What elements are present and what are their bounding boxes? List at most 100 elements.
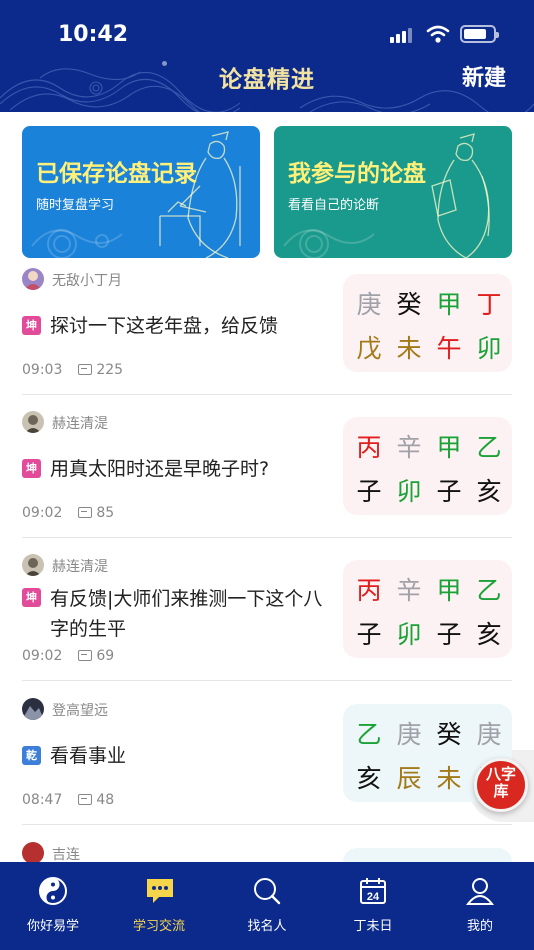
avatar-image bbox=[22, 706, 44, 720]
post-meta: 09:03 225 bbox=[22, 362, 123, 378]
stem-char: 丙 bbox=[356, 576, 382, 605]
tab-label: 学习交流 bbox=[132, 919, 185, 934]
bazi-chart[interactable]: 丙 辛 甲 乙 子 卯 子 亥 bbox=[343, 560, 512, 658]
tab-calendar-day[interactable]: 24 丁未日 bbox=[320, 862, 426, 950]
tab-study-exchange[interactable]: 学习交流 bbox=[106, 862, 212, 950]
post-meta: 09:02 85 bbox=[22, 505, 114, 521]
tab-label: 我的 bbox=[466, 919, 493, 934]
divider bbox=[22, 680, 512, 681]
header-bar: 10:42 论盘精进 新建 bbox=[0, 0, 534, 112]
divider bbox=[22, 537, 512, 538]
calendar-icon: 24 bbox=[360, 878, 386, 904]
avatar[interactable] bbox=[22, 698, 44, 720]
branch-char: 子 bbox=[356, 620, 382, 649]
branch-char: 卯 bbox=[396, 620, 422, 649]
avatar[interactable] bbox=[22, 411, 44, 433]
gender-tag: 坤 bbox=[22, 316, 41, 335]
tab-find-celebrity[interactable]: 找名人 bbox=[214, 862, 320, 950]
stem-char: 癸 bbox=[436, 720, 462, 749]
username[interactable]: 吉连 bbox=[52, 844, 80, 862]
comment-count: 85 bbox=[96, 505, 115, 521]
branch-char: 亥 bbox=[356, 764, 382, 793]
post-time: 09:03 bbox=[22, 362, 63, 378]
tab-mine[interactable]: 我的 bbox=[427, 862, 533, 950]
stem-char: 癸 bbox=[396, 290, 422, 319]
saved-records-banner[interactable]: 已保存论盘记录 随时复盘学习 bbox=[22, 126, 260, 258]
page-title: 论盘精进 bbox=[219, 67, 315, 93]
stem-char: 乙 bbox=[356, 720, 382, 749]
bazi-chart[interactable] bbox=[343, 848, 512, 862]
stem-char: 乙 bbox=[476, 576, 502, 605]
stem-char: 辛 bbox=[396, 576, 422, 605]
stem-char: 甲 bbox=[436, 433, 462, 462]
bottom-tab-bar: 你好易学 学习交流 找名人 24 丁未日 我的 bbox=[0, 862, 534, 950]
comment-icon bbox=[78, 794, 93, 805]
comment-count: 48 bbox=[96, 792, 115, 808]
branch-char: 子 bbox=[436, 620, 462, 649]
branch-char: 戊 bbox=[356, 334, 382, 363]
gender-tag: 坤 bbox=[22, 588, 41, 607]
tab-label: 你好易学 bbox=[26, 919, 79, 934]
post-time: 08:47 bbox=[22, 792, 63, 808]
bazi-chart[interactable]: 庚 癸 甲 丁 戊 未 午 卯 bbox=[343, 274, 512, 372]
new-button[interactable]: 新建 bbox=[462, 60, 506, 92]
post-title[interactable]: 有反馈|大师们来推测一下这个八字的生平 bbox=[50, 584, 340, 644]
status-time: 10:42 bbox=[58, 22, 129, 47]
username[interactable]: 登高望远 bbox=[52, 700, 108, 720]
post-title[interactable]: 看看事业 bbox=[50, 741, 340, 771]
tab-hello-yixue[interactable]: 你好易学 bbox=[0, 862, 106, 950]
post-item[interactable]: 吉连 bbox=[22, 842, 512, 862]
username[interactable]: 赫连清湜 bbox=[52, 413, 108, 433]
status-bar: 10:42 bbox=[0, 0, 534, 60]
branch-char: 子 bbox=[356, 477, 382, 506]
post-meta: 08:47 48 bbox=[22, 792, 114, 808]
banner-subtitle: 看看自己的论断 bbox=[288, 198, 380, 213]
branch-char: 子 bbox=[436, 477, 462, 506]
comment-icon bbox=[78, 364, 93, 375]
avatar[interactable] bbox=[22, 842, 44, 862]
scholar-figure-illustration bbox=[431, 133, 490, 258]
branch-char: 未 bbox=[396, 334, 422, 363]
post-item[interactable]: 赫连清湜 坤 有反馈|大师们来推测一下这个八字的生平 09:02 69 丙 辛 甲… bbox=[22, 554, 512, 681]
avatar[interactable] bbox=[22, 268, 44, 290]
banner-title: 已保存论盘记录 bbox=[36, 161, 197, 187]
banner-title: 我参与的论盘 bbox=[288, 161, 426, 187]
branch-char: 午 bbox=[436, 334, 462, 363]
post-item[interactable]: 无敌小丁月 坤 探讨一下这老年盘，给反馈 09:03 225 庚 癸 甲 丁 戊 … bbox=[22, 268, 512, 395]
bazi-chart[interactable]: 丙 辛 甲 乙 子 卯 子 亥 bbox=[343, 417, 512, 515]
comment-count: 69 bbox=[96, 648, 115, 664]
tab-label: 找名人 bbox=[247, 919, 287, 934]
avatar[interactable] bbox=[22, 554, 44, 576]
divider bbox=[22, 394, 512, 395]
avatar-image bbox=[25, 558, 41, 576]
participated-banner[interactable]: 我参与的论盘 看看自己的论断 bbox=[274, 126, 512, 258]
post-item[interactable]: 赫连清湜 坤 用真太阳时还是早晚子时? 09:02 85 丙 辛 甲 乙 子 卯 … bbox=[22, 411, 512, 538]
stem-char: 辛 bbox=[396, 433, 422, 462]
cellular-signal-icon bbox=[390, 27, 414, 43]
branch-char: 卯 bbox=[396, 477, 422, 506]
branch-char: 卯 bbox=[476, 334, 502, 363]
username[interactable]: 赫连清湜 bbox=[52, 556, 108, 576]
calendar-day: 24 bbox=[367, 891, 380, 903]
post-item[interactable]: 登高望远 乾 看看事业 08:4748 乙 庚 癸 庚 亥 辰 未 辰 bbox=[22, 698, 512, 825]
post-time: 09:02 bbox=[22, 648, 63, 664]
banner-subtitle: 随时复盘学习 bbox=[36, 198, 115, 213]
username[interactable]: 无敌小丁月 bbox=[52, 270, 122, 290]
gender-tag: 坤 bbox=[22, 459, 41, 478]
stem-char: 甲 bbox=[436, 576, 462, 605]
comment-icon bbox=[78, 507, 93, 518]
yin-yang-icon bbox=[39, 877, 67, 905]
stem-char: 甲 bbox=[436, 290, 462, 319]
comment-count: 225 bbox=[96, 362, 124, 378]
branch-char: 亥 bbox=[476, 620, 502, 649]
search-icon bbox=[254, 878, 281, 905]
branch-char: 未 bbox=[436, 764, 462, 793]
stem-char: 庚 bbox=[356, 290, 382, 319]
tab-label: 丁未日 bbox=[353, 919, 393, 934]
bazi-library-float-button[interactable]: 八字库 bbox=[468, 750, 534, 822]
post-time: 09:02 bbox=[22, 505, 63, 521]
stem-char: 丁 bbox=[476, 290, 502, 319]
comment-icon bbox=[78, 650, 93, 661]
post-title[interactable]: 用真太阳时还是早晚子时? bbox=[50, 454, 340, 484]
post-title[interactable]: 探讨一下这老年盘，给反馈 bbox=[50, 311, 340, 341]
